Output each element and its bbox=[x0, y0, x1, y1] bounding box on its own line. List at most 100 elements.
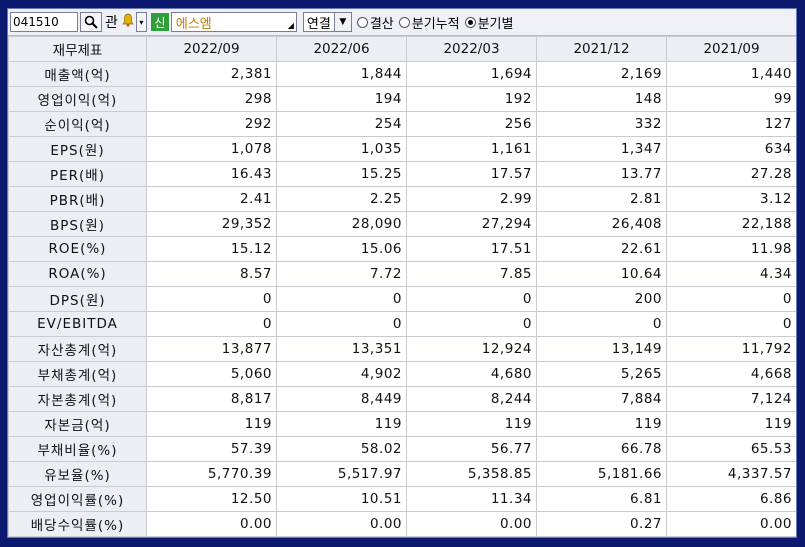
stock-name-value: 에스엠 bbox=[175, 16, 212, 32]
value-cell: 7.85 bbox=[406, 261, 537, 287]
stock-name-field[interactable]: 에스엠 ◢ bbox=[170, 12, 297, 32]
value-cell: 15.06 bbox=[276, 236, 407, 262]
value-cell: 12.50 bbox=[146, 486, 277, 512]
value-cell: 298 bbox=[146, 86, 277, 112]
stock-code-value: 041510 bbox=[13, 15, 59, 29]
table-row[interactable]: 자본총계(억) 8,817 8,449 8,244 7,884 7,124 bbox=[8, 386, 796, 412]
row-label: PBR(배) bbox=[8, 186, 147, 212]
value-cell: 0 bbox=[146, 311, 277, 337]
value-cell: 119 bbox=[146, 411, 277, 437]
radio-quarter-cumulative[interactable]: 분기누적 bbox=[398, 13, 460, 32]
value-cell: 332 bbox=[536, 111, 667, 137]
table-row[interactable]: PER(배) 16.43 15.25 17.57 13.77 27.28 bbox=[8, 161, 796, 187]
table-row[interactable]: PBR(배) 2.41 2.25 2.99 2.81 3.12 bbox=[8, 186, 796, 212]
value-cell: 0 bbox=[146, 286, 277, 312]
period-header[interactable]: 2021/09 bbox=[666, 36, 796, 62]
value-cell: 0 bbox=[276, 286, 407, 312]
table-header-row: 재무제표 2022/09 2022/06 2022/03 2021/12 202… bbox=[8, 36, 796, 62]
value-cell: 2.41 bbox=[146, 186, 277, 212]
row-label: ROA(%) bbox=[8, 261, 147, 287]
row-label: DPS(원) bbox=[8, 286, 147, 312]
value-cell: 0.00 bbox=[146, 511, 277, 537]
radio-label: 분기누적 bbox=[411, 16, 460, 32]
value-cell: 256 bbox=[406, 111, 537, 137]
table-row[interactable]: ROE(%) 15.12 15.06 17.51 22.61 11.98 bbox=[8, 236, 796, 262]
table-row[interactable]: EV/EBITDA 0 0 0 0 0 bbox=[8, 311, 796, 337]
period-header[interactable]: 2022/09 bbox=[146, 36, 277, 62]
value-cell: 634 bbox=[666, 136, 796, 162]
consolidation-select[interactable]: 연결 ▼ bbox=[302, 12, 352, 32]
alert-dropdown-arrow[interactable]: ▾ bbox=[135, 12, 147, 32]
period-header[interactable]: 2022/03 bbox=[406, 36, 537, 62]
radio-settlement[interactable]: 결산 bbox=[356, 13, 394, 32]
table-row[interactable]: ROA(%) 8.57 7.72 7.85 10.64 4.34 bbox=[8, 261, 796, 287]
table-row[interactable]: 부채총계(억) 5,060 4,902 4,680 5,265 4,668 bbox=[8, 361, 796, 387]
bell-icon[interactable] bbox=[121, 13, 135, 31]
table-row[interactable]: EPS(원) 1,078 1,035 1,161 1,347 634 bbox=[8, 136, 796, 162]
value-cell: 292 bbox=[146, 111, 277, 137]
value-cell: 1,694 bbox=[406, 61, 537, 87]
value-cell: 2,169 bbox=[536, 61, 667, 87]
table-row[interactable]: 자본금(억) 119 119 119 119 119 bbox=[8, 411, 796, 437]
row-label: 자본총계(억) bbox=[8, 386, 147, 412]
gwan-label[interactable]: 관 bbox=[105, 12, 118, 32]
value-cell: 16.43 bbox=[146, 161, 277, 187]
table-row[interactable]: 자산총계(억) 13,877 13,351 12,924 13,149 11,792 bbox=[8, 336, 796, 362]
table-row[interactable]: 영업이익률(%) 12.50 10.51 11.34 6.81 6.86 bbox=[8, 486, 796, 512]
header-label: 재무제표 bbox=[8, 36, 147, 62]
resize-corner-icon: ◢ bbox=[287, 21, 294, 30]
value-cell: 1,440 bbox=[666, 61, 796, 87]
radio-quarterly[interactable]: 분기별 bbox=[464, 13, 513, 32]
value-cell: 0 bbox=[666, 286, 796, 312]
value-cell: 119 bbox=[276, 411, 407, 437]
value-cell: 7.72 bbox=[276, 261, 407, 287]
search-button[interactable] bbox=[80, 12, 102, 32]
value-cell: 8.57 bbox=[146, 261, 277, 287]
value-cell: 4,680 bbox=[406, 361, 537, 387]
value-cell: 119 bbox=[536, 411, 667, 437]
value-cell: 1,078 bbox=[146, 136, 277, 162]
value-cell: 5,060 bbox=[146, 361, 277, 387]
value-cell: 1,844 bbox=[276, 61, 407, 87]
value-cell: 2.81 bbox=[536, 186, 667, 212]
value-cell: 12,924 bbox=[406, 336, 537, 362]
table-row[interactable]: DPS(원) 0 0 0 200 0 bbox=[8, 286, 796, 312]
value-cell: 13,351 bbox=[276, 336, 407, 362]
table-row[interactable]: 영업이익(억) 298 194 192 148 99 bbox=[8, 86, 796, 112]
value-cell: 0 bbox=[406, 311, 537, 337]
value-cell: 26,408 bbox=[536, 211, 667, 237]
table-row[interactable]: 배당수익률(%) 0.00 0.00 0.00 0.27 0.00 bbox=[8, 511, 796, 537]
table-row[interactable]: 매출액(억) 2,381 1,844 1,694 2,169 1,440 bbox=[8, 61, 796, 87]
table-row[interactable]: 순이익(억) 292 254 256 332 127 bbox=[8, 111, 796, 137]
value-cell: 28,090 bbox=[276, 211, 407, 237]
value-cell: 99 bbox=[666, 86, 796, 112]
value-cell: 0.00 bbox=[406, 511, 537, 537]
toolbar: 041510 관 ▾ 신 에스엠 ◢ 연결 ▼ 결산 분기누적 분기별 bbox=[8, 9, 796, 36]
value-cell: 22,188 bbox=[666, 211, 796, 237]
period-header[interactable]: 2022/06 bbox=[276, 36, 407, 62]
value-cell: 15.25 bbox=[276, 161, 407, 187]
value-cell: 29,352 bbox=[146, 211, 277, 237]
value-cell: 192 bbox=[406, 86, 537, 112]
row-label: 순이익(억) bbox=[8, 111, 147, 137]
value-cell: 7,884 bbox=[536, 386, 667, 412]
chevron-down-icon: ▼ bbox=[333, 13, 351, 31]
table-row[interactable]: BPS(원) 29,352 28,090 27,294 26,408 22,188 bbox=[8, 211, 796, 237]
period-header[interactable]: 2021/12 bbox=[536, 36, 667, 62]
value-cell: 8,244 bbox=[406, 386, 537, 412]
stock-code-input[interactable]: 041510 bbox=[10, 12, 78, 32]
table-row[interactable]: 유보율(%) 5,770.39 5,517.97 5,358.85 5,181.66 4,… bbox=[8, 461, 796, 487]
row-label: 영업이익률(%) bbox=[8, 486, 147, 512]
value-cell: 11.34 bbox=[406, 486, 537, 512]
value-cell: 5,517.97 bbox=[276, 461, 407, 487]
financial-summary-window: 041510 관 ▾ 신 에스엠 ◢ 연결 ▼ 결산 분기누적 분기별 재무제표… bbox=[7, 8, 797, 538]
value-cell: 4.34 bbox=[666, 261, 796, 287]
row-label: EPS(원) bbox=[8, 136, 147, 162]
row-label: ROE(%) bbox=[8, 236, 147, 262]
table-row[interactable]: 부채비율(%) 57.39 58.02 56.77 66.78 65.53 bbox=[8, 436, 796, 462]
value-cell: 254 bbox=[276, 111, 407, 137]
value-cell: 119 bbox=[406, 411, 537, 437]
value-cell: 2.99 bbox=[406, 186, 537, 212]
value-cell: 3.12 bbox=[666, 186, 796, 212]
value-cell: 17.57 bbox=[406, 161, 537, 187]
